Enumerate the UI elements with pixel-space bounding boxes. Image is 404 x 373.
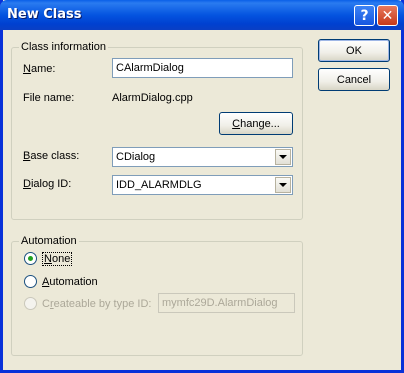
close-icon: ✕ <box>381 7 394 24</box>
automation-label: Automation <box>19 235 79 247</box>
ok-button-label: OK <box>346 44 362 57</box>
change-button[interactable]: Change... <box>219 112 293 135</box>
dialog-id-select[interactable]: IDD_ALARMDLG <box>112 175 293 195</box>
cancel-button-label: Cancel <box>336 73 372 86</box>
automation-radio[interactable] <box>24 275 37 288</box>
ok-button[interactable]: OK <box>318 39 390 62</box>
name-label: Name: <box>23 63 56 75</box>
type-id-value: mymfc29D.AlarmDialog <box>162 297 278 309</box>
dialog-id-label: Dialog ID: <box>23 178 72 190</box>
none-radio-label[interactable]: None <box>42 252 73 266</box>
dialog-id-dropdown-button[interactable] <box>275 177 291 193</box>
dialog-id-value: IDD_ALARMDLG <box>116 179 202 191</box>
help-button[interactable]: ? <box>354 5 375 26</box>
file-name-value: AlarmDialog.cpp <box>112 92 193 104</box>
cancel-button[interactable]: Cancel <box>318 68 390 91</box>
change-button-label: Change... <box>232 117 280 130</box>
base-class-value: CDialog <box>116 151 156 163</box>
createable-radio-label: Createable by type ID: <box>42 298 152 310</box>
name-input-value: CAlarmDialog <box>116 62 184 74</box>
base-class-label: Base class: <box>23 150 80 162</box>
none-radio[interactable] <box>24 252 37 265</box>
automation-radio-label[interactable]: Automation <box>42 276 98 288</box>
close-button[interactable]: ✕ <box>377 5 398 26</box>
chevron-down-icon <box>279 183 287 187</box>
window-title: New Class <box>7 7 82 22</box>
class-information-label: Class information <box>19 41 108 53</box>
base-class-dropdown-button[interactable] <box>275 149 291 165</box>
chevron-down-icon <box>279 155 287 159</box>
createable-radio <box>24 297 37 310</box>
help-icon: ? <box>360 7 369 24</box>
file-name-label: File name: <box>23 92 75 104</box>
base-class-select[interactable]: CDialog <box>112 147 293 167</box>
type-id-input: mymfc29D.AlarmDialog <box>158 293 295 313</box>
name-input[interactable]: CAlarmDialog <box>112 58 293 78</box>
title-bar[interactable]: New Class ? ✕ <box>0 0 404 30</box>
